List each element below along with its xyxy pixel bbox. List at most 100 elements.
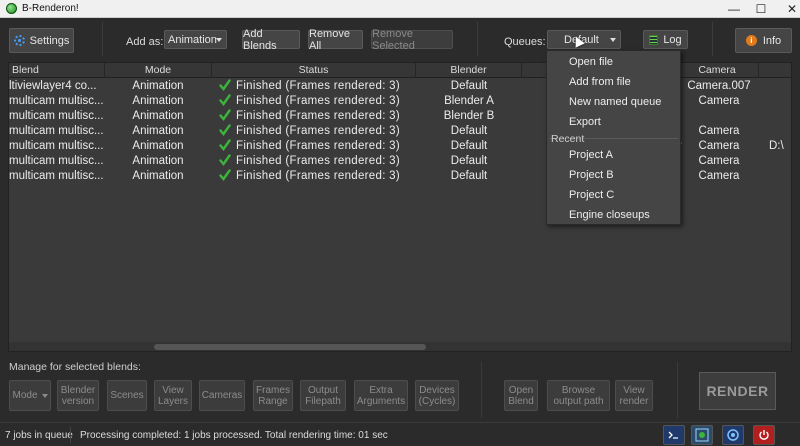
info-label: Info (762, 34, 782, 47)
blender-cell: Blender A (444, 95, 494, 107)
remove-selected-button[interactable]: Remove Selected (371, 28, 453, 52)
queue-select[interactable]: Default (547, 30, 621, 49)
cameras-button[interactable]: Cameras (199, 380, 245, 411)
menu-item-project-c[interactable]: Project C (547, 185, 680, 205)
terminal-icon[interactable] (663, 425, 685, 445)
checkmark-icon (219, 94, 231, 106)
camera-cell: Camera (698, 125, 740, 137)
bottom-divider (481, 362, 482, 418)
checkmark-icon (219, 109, 231, 121)
info-button[interactable]: i Info (735, 28, 792, 53)
camera-cell: Camera (698, 170, 740, 182)
camera-cell: Camera (698, 140, 740, 152)
scrollbar-thumb[interactable] (154, 344, 426, 350)
add-blends-button[interactable]: Add Blends (242, 28, 300, 52)
status-text: Finished (Frames rendered: 3) (236, 125, 401, 137)
menu-item-new-named-queue[interactable]: New named queue (547, 92, 680, 112)
blender-cell: Default (450, 170, 488, 182)
log-button[interactable]: Log (643, 30, 688, 49)
close-button[interactable]: ✕ (770, 0, 800, 18)
path-cell (769, 124, 791, 139)
refresh-icon[interactable] (722, 425, 744, 445)
blend-cell: ltiviewlayer4 co... (9, 80, 97, 92)
status-message: Processing completed: 1 jobs processed. … (80, 430, 388, 441)
devices-button[interactable]: Devices (Cycles) (415, 380, 459, 411)
open-blend-line2: Blend (508, 395, 534, 407)
blend-cell: multicam multisc... (9, 140, 104, 152)
view-layers-line1: View (162, 384, 184, 396)
frames-range-button[interactable]: Frames Range (253, 380, 293, 411)
blender-version-button[interactable]: Blender version (57, 380, 99, 411)
status-bar: 7 jobs in queue Processing completed: 1 … (0, 422, 800, 446)
devices-line1: Devices (419, 384, 455, 396)
status-text: Finished (Frames rendered: 3) (236, 110, 401, 122)
checkmark-icon (219, 124, 231, 136)
scenes-button[interactable]: Scenes (107, 380, 147, 411)
info-icon: i (745, 35, 757, 46)
column-header-camera[interactable]: Camera (676, 63, 759, 78)
column-header-mode[interactable]: Mode (105, 63, 212, 78)
column-header-blend[interactable]: Blend (9, 63, 105, 78)
power-icon[interactable] (753, 425, 775, 445)
menu-item-export[interactable]: Export (547, 112, 680, 132)
mode-cell: Animation (132, 95, 184, 107)
blender-version-line1: Blender (60, 384, 96, 396)
view-render-button[interactable]: View render (615, 380, 653, 411)
status-cell: Finished (Frames rendered: 3) (216, 139, 416, 154)
blend-cell: multicam multisc... (9, 170, 104, 182)
menu-item-open-file[interactable]: Open file (547, 52, 680, 72)
queues-label: Queues: (504, 36, 546, 48)
output-filepath-button[interactable]: Output Filepath (300, 380, 346, 411)
checkmark-icon (219, 79, 231, 91)
view-layers-button[interactable]: View Layers (154, 380, 192, 411)
camera-cell: Camera (698, 155, 740, 167)
blend-cell: multicam multisc... (9, 95, 104, 107)
mode-cell: Animation (132, 125, 184, 137)
menu-item-project-b[interactable]: Project B (547, 165, 680, 185)
mode-cell: Animation (132, 110, 184, 122)
view-render-line2: render (619, 395, 649, 407)
queue-menu: Open file Add from file New named queue … (546, 50, 681, 225)
chevron-down-icon (216, 38, 222, 42)
remove-all-button[interactable]: Remove All (308, 28, 363, 52)
gear-icon (13, 35, 25, 46)
browse-output-button[interactable]: Browse output path (547, 380, 610, 411)
mode-cell: Animation (132, 170, 184, 182)
log-label: Log (663, 33, 682, 46)
output-filepath-line2: Filepath (305, 395, 341, 407)
status-text: Finished (Frames rendered: 3) (236, 170, 401, 182)
app-logo-icon (6, 3, 17, 14)
open-blend-line1: Open (508, 384, 534, 396)
path-cell: D:\ (769, 140, 784, 152)
path-cell (769, 79, 791, 94)
column-header-blender[interactable]: Blender (416, 63, 522, 78)
column-header-path[interactable] (759, 63, 791, 78)
chevron-down-icon (41, 393, 48, 398)
compositor-icon[interactable] (691, 425, 713, 445)
path-cell (769, 94, 791, 109)
add-as-value: Animation (168, 33, 217, 46)
render-button[interactable]: RENDER (699, 372, 776, 410)
extra-arguments-button[interactable]: Extra Arguments (354, 380, 408, 411)
horizontal-scrollbar[interactable] (9, 342, 791, 351)
extra-arguments-line2: Arguments (356, 395, 406, 407)
view-layers-line2: Layers (157, 395, 188, 407)
menu-item-engine-closeups[interactable]: Engine closeups (547, 205, 680, 225)
blender-cell: Default (450, 155, 488, 167)
mode-button[interactable]: Mode (9, 380, 51, 411)
menu-item-add-from-file[interactable]: Add from file (547, 72, 680, 92)
frames-range-line2: Range (258, 395, 288, 407)
blender-cell: Default (450, 125, 488, 137)
menu-item-project-a[interactable]: Project A (547, 145, 680, 165)
add-as-select[interactable]: Animation (164, 30, 227, 49)
status-text: Finished (Frames rendered: 3) (236, 140, 401, 152)
chevron-down-icon (610, 38, 616, 42)
open-blend-button[interactable]: Open Blend (504, 380, 538, 411)
column-header-status[interactable]: Status (212, 63, 416, 78)
status-text: Finished (Frames rendered: 3) (236, 80, 401, 92)
title-bar: B-Renderon! — ☐ ✕ (0, 0, 800, 18)
bottom-divider (677, 362, 678, 418)
jobs-count: 7 jobs in queue (5, 430, 73, 441)
settings-button[interactable]: Settings (9, 28, 74, 53)
toolbar-divider (477, 22, 478, 56)
